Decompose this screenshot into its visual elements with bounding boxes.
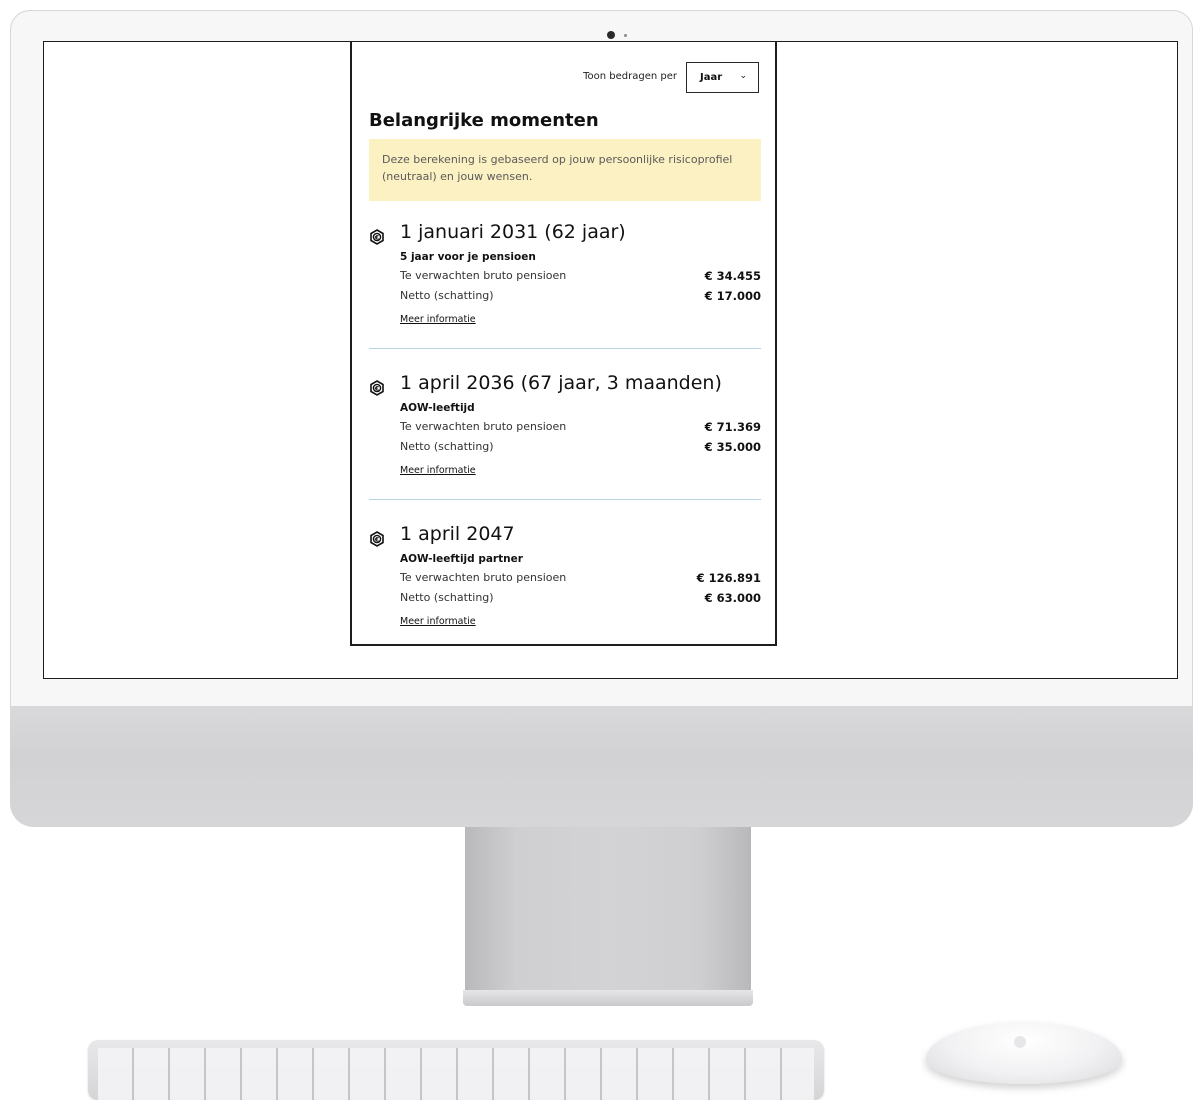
profile-notice: Deze berekening is gebaseerd op jouw per… bbox=[369, 139, 761, 201]
moment-divider bbox=[369, 499, 761, 500]
more-info-link[interactable]: Meer informatie bbox=[400, 465, 476, 476]
stand-base bbox=[463, 990, 753, 1006]
apple-logo-icon bbox=[1014, 1036, 1026, 1048]
moment-item: € 1 april 2047 AOW-leeftijd partner Te v… bbox=[369, 523, 761, 633]
moment-date: 1 april 2047 bbox=[400, 523, 515, 545]
gross-pension-row: Te verwachten bruto pensioen € 34.455 bbox=[400, 269, 761, 283]
stand bbox=[465, 827, 751, 992]
more-info-link[interactable]: Meer informatie bbox=[400, 616, 476, 627]
euro-coin-icon: € bbox=[370, 380, 384, 396]
gross-pension-label: Te verwachten bruto pensioen bbox=[400, 571, 567, 584]
important-moments-panel: Toon bedragen per Jaar ⌄ Belangrijke mom… bbox=[350, 42, 777, 646]
keyboard bbox=[88, 1040, 824, 1100]
camera-icon bbox=[607, 31, 615, 39]
sensor-icon bbox=[624, 34, 627, 37]
moment-date: 1 april 2036 (67 jaar, 3 maanden) bbox=[400, 372, 722, 394]
net-estimate-label: Netto (schatting) bbox=[400, 591, 494, 604]
gross-pension-amount: € 126.891 bbox=[696, 571, 761, 585]
svg-text:€: € bbox=[374, 535, 380, 543]
net-estimate-label: Netto (schatting) bbox=[400, 440, 494, 453]
net-estimate-amount: € 35.000 bbox=[704, 440, 761, 454]
period-label: Toon bedragen per bbox=[583, 71, 677, 82]
magic-mouse bbox=[926, 1022, 1122, 1084]
chevron-down-icon: ⌄ bbox=[739, 71, 747, 81]
net-estimate-row: Netto (schatting) € 63.000 bbox=[400, 591, 761, 605]
imac-device: Toon bedragen per Jaar ⌄ Belangrijke mom… bbox=[10, 10, 1193, 827]
page-title: Belangrijke momenten bbox=[369, 110, 599, 131]
moment-item: € 1 januari 2031 (62 jaar) 5 jaar voor j… bbox=[369, 221, 761, 331]
svg-text:€: € bbox=[374, 233, 380, 241]
moment-subtitle: AOW-leeftijd bbox=[400, 402, 475, 414]
gross-pension-amount: € 34.455 bbox=[704, 269, 761, 283]
display-bezel: Toon bedragen per Jaar ⌄ Belangrijke mom… bbox=[10, 10, 1193, 707]
moment-date: 1 januari 2031 (62 jaar) bbox=[400, 221, 626, 243]
gross-pension-row: Te verwachten bruto pensioen € 71.369 bbox=[400, 420, 761, 434]
gross-pension-amount: € 71.369 bbox=[704, 420, 761, 434]
svg-text:€: € bbox=[374, 384, 380, 392]
euro-coin-icon: € bbox=[370, 531, 384, 547]
moment-subtitle: AOW-leeftijd partner bbox=[400, 553, 523, 565]
net-estimate-label: Netto (schatting) bbox=[400, 289, 494, 302]
net-estimate-row: Netto (schatting) € 35.000 bbox=[400, 440, 761, 454]
gross-pension-row: Te verwachten bruto pensioen € 126.891 bbox=[400, 571, 761, 585]
net-estimate-amount: € 63.000 bbox=[704, 591, 761, 605]
moment-subtitle: 5 jaar voor je pensioen bbox=[400, 251, 536, 263]
gross-pension-label: Te verwachten bruto pensioen bbox=[400, 420, 567, 433]
period-value: Jaar bbox=[700, 72, 723, 83]
gross-pension-label: Te verwachten bruto pensioen bbox=[400, 269, 567, 282]
amount-toolbar: Toon bedragen per Jaar ⌄ bbox=[352, 62, 775, 96]
period-select[interactable]: Jaar ⌄ bbox=[686, 62, 759, 93]
screen: Toon bedragen per Jaar ⌄ Belangrijke mom… bbox=[43, 41, 1178, 679]
display-chin bbox=[10, 707, 1193, 827]
net-estimate-row: Netto (schatting) € 17.000 bbox=[400, 289, 761, 303]
moment-item: € 1 april 2036 (67 jaar, 3 maanden) AOW-… bbox=[369, 372, 761, 482]
more-info-link[interactable]: Meer informatie bbox=[400, 314, 476, 325]
keyboard-keys bbox=[98, 1048, 814, 1100]
net-estimate-amount: € 17.000 bbox=[704, 289, 761, 303]
moment-divider bbox=[369, 348, 761, 349]
euro-coin-icon: € bbox=[370, 229, 384, 245]
